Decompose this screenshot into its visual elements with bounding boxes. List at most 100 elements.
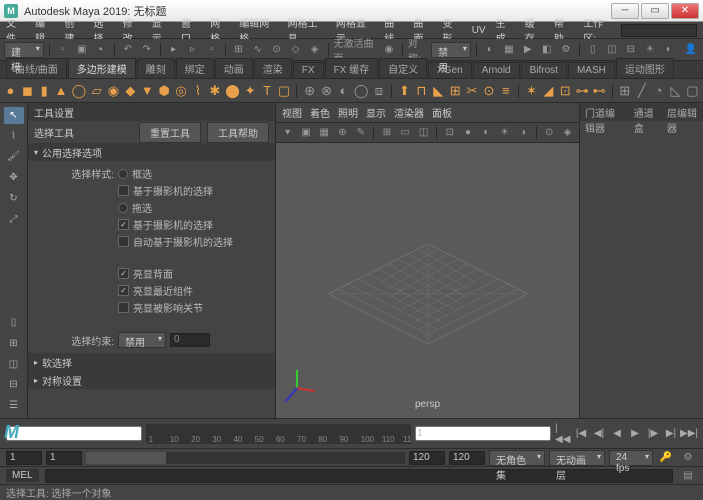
soccer-icon[interactable]: ⬤ [225, 82, 240, 100]
render-icon[interactable]: ▶ [520, 41, 536, 59]
charset-dropdown[interactable]: 无角色集 [489, 450, 545, 466]
tab-xgen[interactable]: XGen [428, 62, 472, 78]
marquee-radio[interactable] [118, 169, 128, 179]
scale-tool-icon[interactable]: ⤢ [4, 211, 24, 228]
affected-check[interactable] [118, 302, 129, 313]
reset-tool-button[interactable]: 重置工具 [139, 122, 201, 143]
redo-icon[interactable]: ↷ [139, 41, 155, 59]
tab-render[interactable]: 渲染 [254, 58, 292, 78]
tab-fxcache[interactable]: FX 缓存 [325, 58, 379, 78]
bevel-icon[interactable]: ◣ [432, 82, 445, 100]
render-settings-icon[interactable]: ⚙ [558, 41, 574, 59]
layout-single-icon[interactable]: ▯ [4, 314, 24, 331]
film-gate-icon[interactable]: ▭ [398, 125, 413, 141]
paint-select-icon[interactable]: 🖌 [4, 148, 24, 165]
show-menu[interactable]: 显示 [366, 105, 386, 120]
2d-pan-icon[interactable]: ⊕ [335, 125, 350, 141]
camera-select-icon[interactable]: ▾ [280, 125, 295, 141]
poly-sphere-icon[interactable]: ● [4, 82, 17, 100]
render-view-icon[interactable]: ▦ [501, 41, 517, 59]
symmetry-dropdown[interactable]: 禁用 [431, 42, 471, 58]
svg-icon[interactable]: ▢ [278, 82, 291, 100]
poly-pipe-icon[interactable]: ◎ [175, 82, 188, 100]
time-current-input[interactable] [6, 426, 142, 441]
exposure-icon[interactable]: ☀ [642, 41, 658, 59]
poly-cube-icon[interactable]: ◼ [21, 82, 34, 100]
separate-icon[interactable]: ⊗ [320, 82, 333, 100]
renderer-menu[interactable]: 渲染器 [394, 105, 424, 120]
autokey-icon[interactable]: 🔑 [657, 449, 675, 467]
prefs-icon[interactable]: ⚙ [679, 449, 697, 467]
grid-icon[interactable]: ⊞ [379, 125, 394, 141]
workspace-dropdown[interactable] [621, 24, 698, 37]
bridge-icon[interactable]: ⊓ [415, 82, 428, 100]
grease-icon[interactable]: ✎ [353, 125, 368, 141]
poly-plane-icon[interactable]: ▱ [90, 82, 103, 100]
constraint-value-input[interactable]: 0 [170, 333, 210, 347]
viewport[interactable]: persp [276, 143, 579, 418]
gear-icon[interactable]: ✱ [208, 82, 221, 100]
isolate-icon[interactable]: ⊙ [542, 125, 557, 141]
bookmark-icon[interactable]: ▣ [298, 125, 313, 141]
combine-icon[interactable]: ⊕ [303, 82, 316, 100]
play-forward-icon[interactable]: ▶ [627, 426, 643, 442]
animlayer-dropdown[interactable]: 无动画层 [549, 450, 605, 466]
poly-cone-icon[interactable]: ▲ [55, 82, 68, 100]
panel-layout1-icon[interactable]: ▯ [585, 41, 601, 59]
ipr-icon[interactable]: ◧ [539, 41, 555, 59]
rotate-tool-icon[interactable]: ↻ [4, 190, 24, 207]
step-back-key-icon[interactable]: |◀ [573, 426, 589, 442]
drag-radio[interactable] [118, 203, 128, 213]
shading-menu[interactable]: 着色 [310, 105, 330, 120]
tab-fx[interactable]: FX [293, 62, 324, 78]
poly-pyramid-icon[interactable]: ▼ [141, 82, 154, 100]
wireframe-icon[interactable]: ⊡ [442, 125, 457, 141]
gate-mask-icon[interactable]: ◫ [416, 125, 431, 141]
quad-draw-icon[interactable]: ⊞ [618, 82, 631, 100]
timeline-track[interactable]: 1102030405060708090100110115 [146, 424, 411, 444]
poke-icon[interactable]: ✶ [525, 82, 538, 100]
common-select-section[interactable]: 公用选择选项 [28, 143, 275, 161]
layout-three-icon[interactable]: ⊟ [4, 377, 24, 394]
snap-live-icon[interactable]: ◈ [307, 41, 323, 59]
range-start-input[interactable] [6, 451, 42, 465]
collapse-icon[interactable]: ⊡ [559, 82, 572, 100]
cam-drag-check[interactable] [118, 219, 129, 230]
save-scene-icon[interactable]: ▪ [93, 41, 109, 59]
cam-marquee-check[interactable] [118, 185, 129, 196]
constraint-dropdown[interactable]: 禁用 [118, 332, 166, 348]
select-comp-icon[interactable]: ▫ [204, 41, 220, 59]
select-hier-icon[interactable]: ▸ [166, 41, 182, 59]
sculpt-icon[interactable]: ◔ [652, 82, 665, 100]
script-editor-icon[interactable]: ▤ [679, 467, 697, 485]
quadrangulate-icon[interactable]: ▢ [686, 82, 699, 100]
rtab-layer[interactable]: 层编辑器 [662, 103, 703, 121]
tab-mograph[interactable]: 运动图形 [616, 58, 674, 78]
layout-two-icon[interactable]: ◫ [4, 356, 24, 373]
goto-start-icon[interactable]: |◀◀ [555, 426, 571, 442]
lighting-menu[interactable]: 照明 [338, 105, 358, 120]
lights-icon[interactable]: ☀ [497, 125, 512, 141]
play-back-icon[interactable]: ◀ [609, 426, 625, 442]
connect-icon[interactable]: ⊶ [576, 82, 589, 100]
symmetry-section[interactable]: 对称设置 [28, 371, 275, 389]
module-dropdown[interactable]: 建模 [4, 42, 44, 58]
target-weld-icon[interactable]: ⊙ [483, 82, 496, 100]
account-icon[interactable]: 👤 [683, 41, 699, 59]
auto-cam-check[interactable] [118, 236, 129, 247]
crease-icon[interactable]: ╱ [635, 82, 648, 100]
tab-anim[interactable]: 动画 [215, 58, 253, 78]
smooth-icon[interactable]: ◯ [354, 82, 369, 100]
rtab-channel[interactable]: 通道盒 [629, 103, 662, 121]
tab-sculpt[interactable]: 雕刻 [137, 58, 175, 78]
tool-help-button[interactable]: 工具帮助 [207, 122, 269, 143]
undo-icon[interactable]: ↶ [120, 41, 136, 59]
tab-arnold[interactable]: Arnold [473, 62, 520, 78]
panel-layout2-icon[interactable]: ◫ [604, 41, 620, 59]
step-forward-icon[interactable]: |▶ [645, 426, 661, 442]
triangulate-icon[interactable]: ◺ [669, 82, 682, 100]
panels-menu[interactable]: 面板 [432, 105, 452, 120]
wedge-icon[interactable]: ◢ [542, 82, 555, 100]
goto-end-icon[interactable]: ▶▶| [681, 426, 697, 442]
poly-torus-icon[interactable]: ◯ [72, 82, 87, 100]
